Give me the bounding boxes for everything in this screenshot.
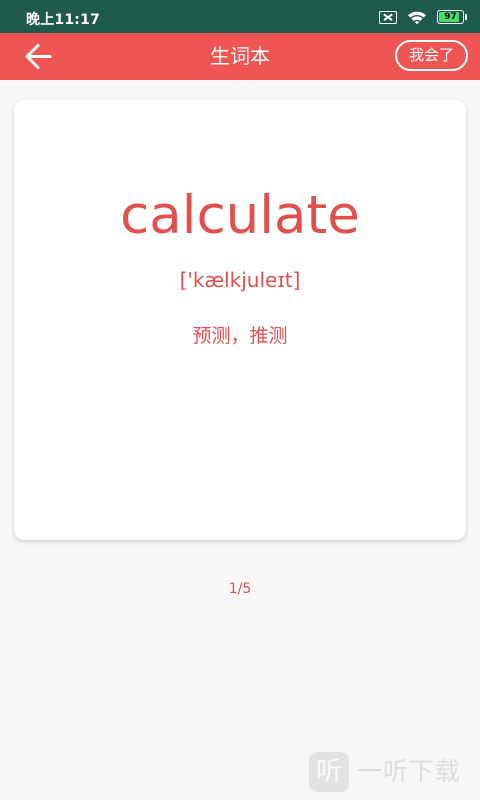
status-time: 晚上11:17 xyxy=(26,12,100,28)
status-bar: 晚上11:17 97 xyxy=(0,0,480,33)
watermark: 听 一听下载 xyxy=(309,750,474,794)
phonetic-text: ['kælkjuleɪt] xyxy=(179,268,301,292)
page-counter: 1/5 xyxy=(228,581,252,597)
watermark-text: 一听下载 xyxy=(357,757,462,786)
no-sim-icon xyxy=(379,10,397,24)
mark-known-button[interactable]: 我会了 xyxy=(395,40,468,71)
battery-level: 97 xyxy=(444,12,457,22)
meaning-text: 预测，推测 xyxy=(192,325,288,347)
watermark-logo-glyph: 听 xyxy=(315,757,342,787)
vocabulary-card[interactable]: calculate ['kælkjuleɪt] 预测，推测 xyxy=(14,100,466,540)
battery-icon: 97 xyxy=(437,10,467,24)
word-text: calculate xyxy=(120,185,360,246)
wifi-icon xyxy=(408,11,426,24)
watermark-logo: 听 xyxy=(309,752,349,792)
battery-tip xyxy=(465,14,467,20)
status-icons: 97 xyxy=(379,8,467,26)
app-header: 生词本 我会了 xyxy=(0,33,480,80)
